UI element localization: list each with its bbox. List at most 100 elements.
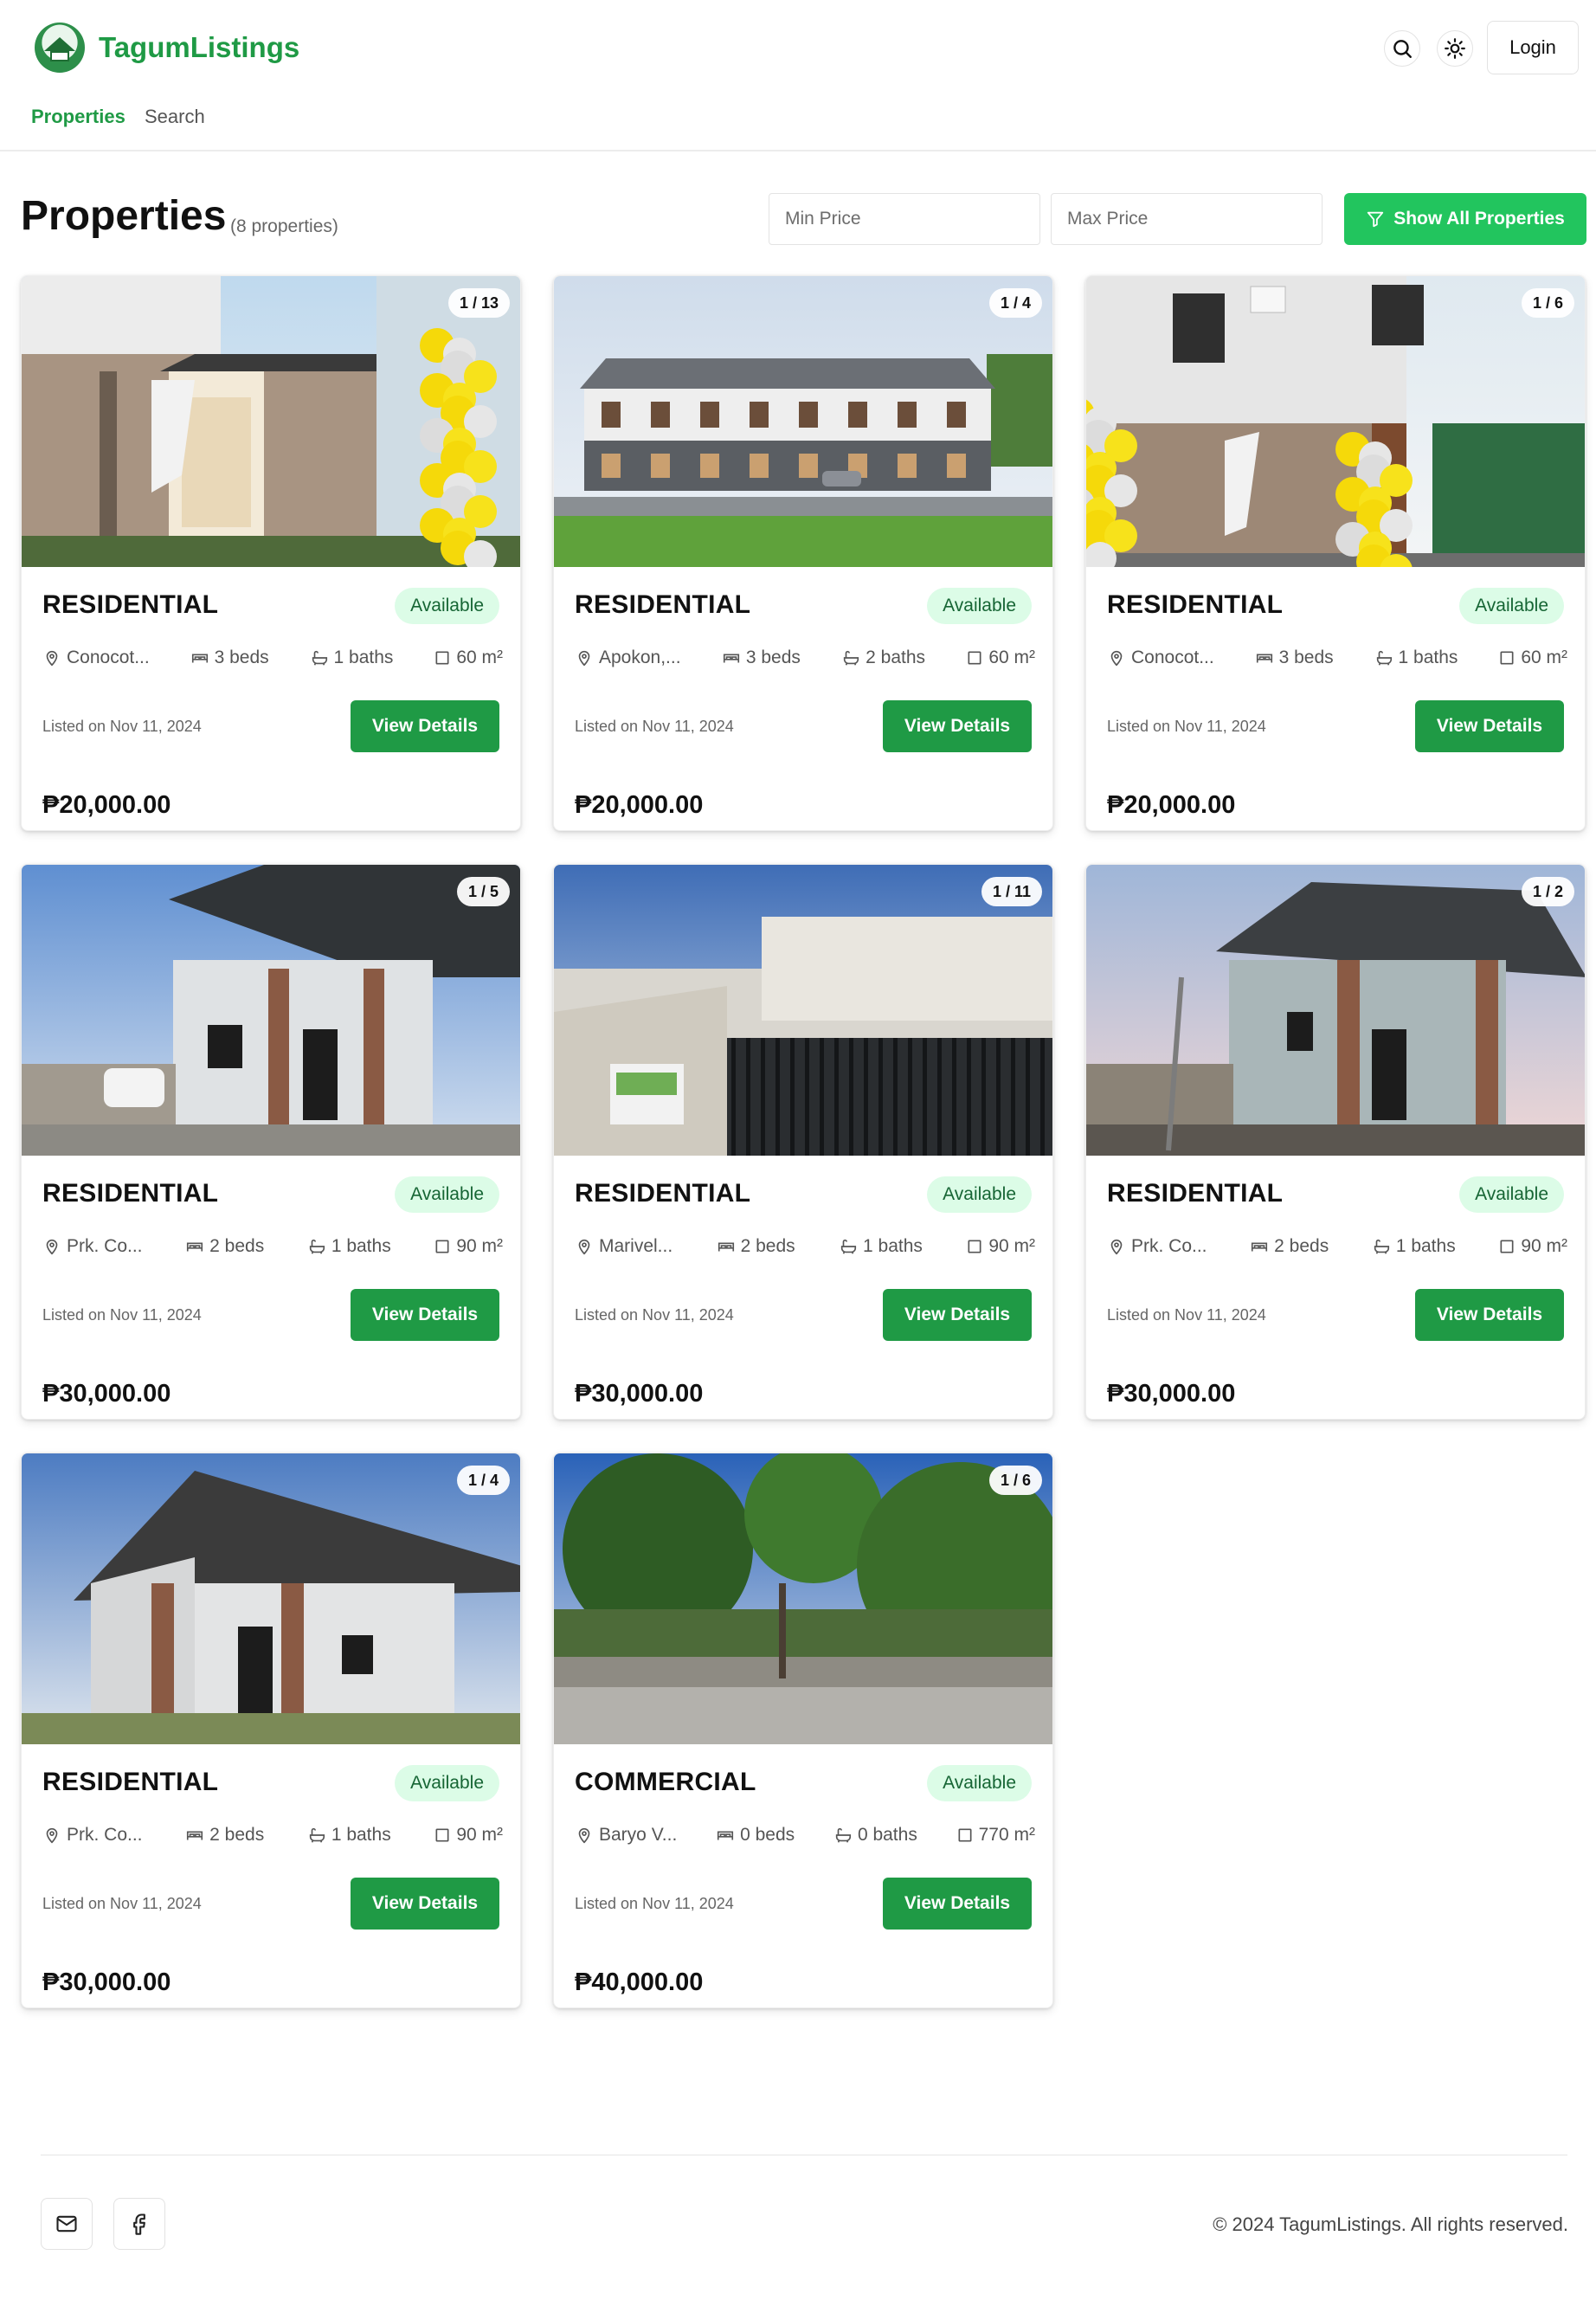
baths-text: 1 baths	[863, 1236, 923, 1256]
bed-icon	[718, 1242, 734, 1252]
property-photo[interactable]	[1086, 865, 1585, 1156]
login-button[interactable]: Login	[1487, 21, 1579, 74]
page-title: Properties	[21, 193, 227, 239]
location-pin-icon	[1110, 650, 1123, 667]
location-pin-icon	[46, 1827, 58, 1844]
property-stats: Prk. Co... 2 beds 1 baths 90 m²	[42, 1820, 503, 1850]
location-stat: Prk. Co...	[1107, 1236, 1207, 1257]
status-badge: Available	[927, 1176, 1032, 1213]
property-stats: Conocot... 3 beds 1 baths 60 m²	[42, 643, 503, 673]
baths-stat: 1 baths	[1374, 648, 1458, 668]
location-stat: Conocot...	[1107, 648, 1214, 668]
location-stat: Apokon,...	[575, 648, 681, 668]
property-photo[interactable]	[1086, 276, 1585, 567]
status-badge: Available	[395, 588, 499, 624]
property-card[interactable]: 1 / 4 RESIDENTIAL Available Prk. Co... 2…	[21, 1453, 521, 2008]
property-card[interactable]: 1 / 6 RESIDENTIAL Available Conocot... 3…	[1085, 275, 1586, 831]
property-type: RESIDENTIAL	[575, 1179, 751, 1208]
bed-icon	[723, 654, 739, 663]
area-stat: 90 m²	[434, 1236, 503, 1257]
bath-icon	[309, 1827, 325, 1843]
location-text: Apokon,...	[599, 648, 681, 667]
area-square-icon	[435, 1828, 449, 1842]
property-card[interactable]: 1 / 6 COMMERCIAL Available Baryo V... 0 …	[553, 1453, 1053, 2008]
nav-search[interactable]: Search	[145, 106, 205, 128]
max-price-input[interactable]	[1051, 193, 1322, 245]
bed-icon	[718, 1831, 734, 1840]
min-price-input[interactable]	[769, 193, 1040, 245]
location-text: Baryo V...	[599, 1825, 678, 1845]
property-type: RESIDENTIAL	[1107, 590, 1284, 619]
view-details-button[interactable]: View Details	[351, 1878, 499, 1930]
beds-text: 2 beds	[209, 1825, 265, 1845]
image-counter: 1 / 4	[456, 1466, 510, 1495]
facebook-icon[interactable]	[113, 2198, 165, 2250]
beds-text: 2 beds	[1274, 1236, 1329, 1256]
baths-stat: 1 baths	[310, 648, 393, 668]
view-details-button[interactable]: View Details	[1415, 1289, 1564, 1341]
property-photo[interactable]	[22, 1453, 520, 1744]
search-icon[interactable]	[1384, 30, 1420, 67]
view-details-button[interactable]: View Details	[883, 1878, 1032, 1930]
price: ₱30,000.00	[42, 1968, 171, 1996]
baths-stat: 0 baths	[833, 1825, 917, 1846]
view-details-button[interactable]: View Details	[1415, 700, 1564, 752]
property-type: RESIDENTIAL	[42, 590, 219, 619]
show-all-properties-button[interactable]: Show All Properties	[1344, 193, 1586, 245]
area-square-icon	[968, 651, 981, 665]
area-square-icon	[968, 1240, 981, 1253]
property-photo[interactable]	[554, 276, 1052, 567]
view-details-button[interactable]: View Details	[883, 1289, 1032, 1341]
baths-text: 1 baths	[331, 1825, 391, 1845]
price: ₱30,000.00	[575, 1380, 704, 1408]
area-square-icon	[1500, 1240, 1514, 1253]
area-square-icon	[435, 1240, 449, 1253]
area-text: 90 m²	[456, 1825, 503, 1845]
property-photo[interactable]	[22, 865, 520, 1156]
property-card[interactable]: 1 / 5 RESIDENTIAL Available Prk. Co... 2…	[21, 864, 521, 1420]
area-stat: 90 m²	[434, 1825, 503, 1846]
mail-icon[interactable]	[41, 2198, 93, 2250]
image-counter: 1 / 2	[1521, 877, 1574, 906]
status-badge: Available	[1459, 588, 1564, 624]
brand-name[interactable]: TagumListings	[99, 31, 299, 64]
location-pin-icon	[46, 650, 58, 667]
property-type: RESIDENTIAL	[575, 590, 751, 619]
status-badge: Available	[927, 588, 1032, 624]
area-text: 90 m²	[456, 1236, 503, 1256]
listed-date: Listed on Nov 11, 2024	[1107, 1306, 1266, 1324]
property-card[interactable]: 1 / 11 RESIDENTIAL Available Marivel... …	[553, 864, 1053, 1420]
view-details-button[interactable]: View Details	[351, 1289, 499, 1341]
price: ₱30,000.00	[42, 1380, 171, 1408]
view-details-button[interactable]: View Details	[883, 700, 1032, 752]
property-card[interactable]: 1 / 4 RESIDENTIAL Available Apokon,... 3…	[553, 275, 1053, 831]
view-details-button[interactable]: View Details	[351, 700, 499, 752]
beds-stat: 2 beds	[1250, 1236, 1329, 1257]
property-count: (8 properties)	[230, 216, 338, 236]
image-counter: 1 / 6	[1521, 288, 1574, 318]
beds-text: 3 beds	[214, 648, 269, 667]
beds-text: 3 beds	[1278, 648, 1334, 667]
status-badge: Available	[395, 1176, 499, 1213]
baths-stat: 1 baths	[307, 1825, 391, 1846]
area-text: 90 m²	[988, 1236, 1035, 1256]
bath-icon	[843, 650, 859, 666]
property-card[interactable]: 1 / 2 RESIDENTIAL Available Prk. Co... 2…	[1085, 864, 1586, 1420]
baths-text: 2 baths	[866, 648, 926, 667]
theme-toggle-sun-icon[interactable]	[1437, 30, 1473, 67]
area-stat: 90 m²	[1498, 1236, 1567, 1257]
area-square-icon	[1500, 651, 1514, 665]
logo-icon[interactable]	[35, 23, 85, 73]
bath-icon	[1376, 650, 1392, 666]
property-stats: Baryo V... 0 beds 0 baths 770 m²	[575, 1820, 1035, 1850]
image-counter: 1 / 4	[988, 288, 1042, 318]
property-photo[interactable]	[554, 865, 1052, 1156]
property-photo[interactable]	[22, 276, 520, 567]
location-text: Prk. Co...	[67, 1825, 143, 1845]
property-photo[interactable]	[554, 1453, 1052, 1744]
site-header: TagumListings Properties Search Login	[0, 0, 1596, 151]
property-stats: Prk. Co... 2 beds 1 baths 90 m²	[1107, 1232, 1567, 1261]
location-pin-icon	[578, 1239, 590, 1255]
property-card[interactable]: 1 / 13 RESIDENTIAL Available Conocot... …	[21, 275, 521, 831]
nav-properties[interactable]: Properties	[31, 106, 125, 128]
